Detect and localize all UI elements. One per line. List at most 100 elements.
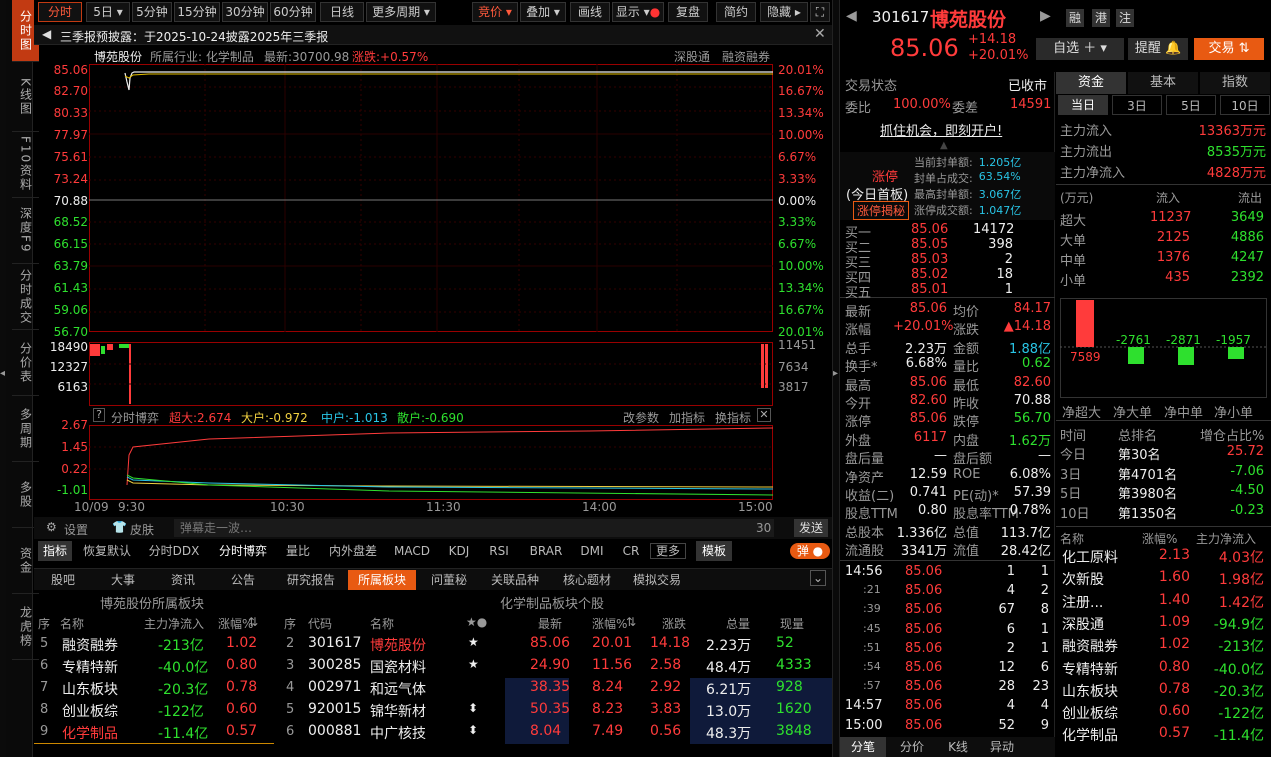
danmu-toggle[interactable]: 弹 ● xyxy=(790,543,830,559)
table-row[interactable]: 6 专精特新 -40.0亿 0.80 xyxy=(34,656,274,678)
auction-button[interactable]: 竞价 ▾ xyxy=(472,2,518,22)
table-row[interactable]: 4 002971 和远气体 38.35 8.24 2.92 6.21万 928 xyxy=(280,678,832,700)
indicator-cr[interactable]: CR xyxy=(616,541,646,561)
tab-ticks[interactable]: 分笔 xyxy=(840,737,886,757)
trade-button[interactable]: 交易 ⇅ xyxy=(1194,38,1264,60)
simple-button[interactable]: 简约 xyxy=(716,2,756,22)
indicator-volratio[interactable]: 量比 xyxy=(280,541,316,561)
limit-stat: 涨停成交额: 1.047亿 xyxy=(914,204,1022,217)
table-row[interactable]: 6 000881 中广核技 ⬍ 8.04 7.49 0.56 48.3万 384… xyxy=(280,722,832,744)
edit-params-link[interactable]: 改参数 xyxy=(623,409,659,426)
link-margin[interactable]: 融资融券 xyxy=(722,48,770,65)
period-3d[interactable]: 3日 xyxy=(1112,95,1162,115)
tab-daily[interactable]: 日线 xyxy=(320,2,364,22)
danmu-input[interactable] xyxy=(174,519,774,537)
period-5d[interactable]: 5日 xyxy=(1166,95,1216,115)
tab-fenshi[interactable]: 分时 xyxy=(38,2,82,22)
speaker-icon: ◀ xyxy=(42,27,52,41)
help-icon[interactable]: ? xyxy=(93,408,105,422)
close-icon[interactable]: ✕ xyxy=(757,408,771,422)
remind-button[interactable]: 提醒 🔔 xyxy=(1128,38,1188,60)
display-button[interactable]: 显示 ▾● xyxy=(612,2,664,22)
sidebar-item-f10[interactable]: F10资料 xyxy=(12,132,39,198)
next-stock-icon[interactable]: ▶ xyxy=(1040,8,1051,24)
fullscreen-icon[interactable]: ⛶ xyxy=(810,2,830,22)
sidebar-item-depth[interactable]: 深度F9 xyxy=(12,198,39,264)
indicator-reset[interactable]: 恢复默认 xyxy=(80,541,134,561)
tab-index[interactable]: 指数 xyxy=(1200,72,1270,94)
period-today[interactable]: 当日 xyxy=(1058,95,1108,115)
bottom-tabs: 股吧 大事 资讯 公告 研究报告 所属板块 问董秘 关联品种 核心题材 模拟交易… xyxy=(34,568,832,590)
tab-related[interactable]: 关联品种 xyxy=(484,570,546,590)
hide-button[interactable]: 隐藏 ▸ xyxy=(760,2,808,22)
tab-price-dist[interactable]: 分价 xyxy=(892,737,932,757)
period-10d[interactable]: 10日 xyxy=(1220,95,1270,115)
tab-fund[interactable]: 资金 xyxy=(1056,72,1126,94)
limit-reveal-button[interactable]: 涨停揭秘 xyxy=(853,201,910,220)
table-row[interactable]: 7 山东板块 -20.3亿 0.78 xyxy=(34,678,274,700)
table-row[interactable]: 5 920015 锦华新材 ⬍ 50.35 8.23 3.83 13.0万 16… xyxy=(280,700,832,722)
indicator-ddx[interactable]: 分时DDX xyxy=(142,541,206,561)
tab-guba[interactable]: 股吧 xyxy=(40,570,86,590)
sidebar-item-kline[interactable]: K线图 xyxy=(12,62,39,132)
add-indicator-link[interactable]: 加指标 xyxy=(669,409,705,426)
collapse-left-icon[interactable]: ◂ xyxy=(0,368,5,379)
indicator-game[interactable]: 分时博弈 xyxy=(214,541,272,561)
chart-header: 博苑股份 所属行业: 化学制品 最新:30700.98 涨跌:+0.57% 深股… xyxy=(94,48,771,65)
replay-button[interactable]: 复盘 xyxy=(668,2,708,22)
indicator-innerouter[interactable]: 内外盘差 xyxy=(324,541,382,561)
skin-button[interactable]: 皮肤 xyxy=(130,521,154,538)
draw-button[interactable]: 画线 xyxy=(570,2,610,22)
collapse-right-icon[interactable]: ▸ xyxy=(833,368,838,379)
badge-rong[interactable]: 融 xyxy=(1066,9,1084,27)
tab-ask[interactable]: 问董秘 xyxy=(424,570,474,590)
tab-basic[interactable]: 基本 xyxy=(1128,72,1198,94)
indicator-macd[interactable]: MACD xyxy=(390,541,434,561)
tab-5day[interactable]: 5日 ▾ xyxy=(86,2,130,22)
tab-news[interactable]: 资讯 xyxy=(160,570,206,590)
tab-sim[interactable]: 模拟交易 xyxy=(626,570,688,590)
indicator-kdj[interactable]: KDJ xyxy=(442,541,476,561)
tab-more-period[interactable]: 更多周期 ▾ xyxy=(366,2,436,22)
sidebar-item-multiperiod[interactable]: 多周期 xyxy=(12,396,39,462)
tab-15min[interactable]: 15分钟 xyxy=(174,2,220,22)
tab-theme[interactable]: 核心题材 xyxy=(556,570,618,590)
indicator-dmi[interactable]: DMI xyxy=(574,541,610,561)
change-indicator-link[interactable]: 换指标 xyxy=(715,409,751,426)
tab-announce[interactable]: 公告 xyxy=(220,570,266,590)
tab-sector[interactable]: 所属板块 xyxy=(348,570,416,590)
settings-button[interactable]: 设置 xyxy=(64,521,88,538)
tab-abnormal[interactable]: 异动 xyxy=(982,737,1022,757)
send-button[interactable]: 发送 xyxy=(794,519,828,537)
badge-gang[interactable]: 港 xyxy=(1092,9,1110,27)
tab-events[interactable]: 大事 xyxy=(100,570,146,590)
badge-zhu[interactable]: 注 xyxy=(1116,9,1134,27)
tab-30min[interactable]: 30分钟 xyxy=(222,2,268,22)
skin-icon[interactable]: 👕 xyxy=(112,520,127,534)
table-row[interactable]: 9 化学制品 -11.4亿 0.57 xyxy=(34,722,274,744)
settings-icon[interactable]: ⚙ xyxy=(46,520,57,534)
sidebar-item-trades[interactable]: 分时成交 xyxy=(12,264,39,330)
table-row[interactable]: 8 创业板综 -122亿 0.60 xyxy=(34,700,274,722)
prev-stock-icon[interactable]: ◀ xyxy=(846,8,857,24)
watch-button[interactable]: 自选 ＋ ▾ xyxy=(1036,38,1124,60)
indicator-brar[interactable]: BRAR xyxy=(524,541,568,561)
indicator-template[interactable]: 模板 xyxy=(696,541,732,561)
tab-research[interactable]: 研究报告 xyxy=(280,570,342,590)
indicator-more[interactable]: 更多 xyxy=(650,543,686,559)
table-row[interactable]: 2 301617 博苑股份 ★ 85.06 20.01 14.18 2.23万 … xyxy=(280,634,832,656)
promo-link[interactable]: 抓住机会，即刻开户! xyxy=(880,120,1002,139)
tab-60min[interactable]: 60分钟 xyxy=(270,2,316,22)
collapse-icon[interactable]: ⌄ xyxy=(810,570,826,586)
tab-kline-mini[interactable]: K线 xyxy=(938,737,978,757)
indicator-rsi[interactable]: RSI xyxy=(482,541,516,561)
overlay-button[interactable]: 叠加 ▾ xyxy=(520,2,566,22)
table-row[interactable]: 3 300285 国瓷材料 ★ 24.90 11.56 2.58 48.4万 4… xyxy=(280,656,832,678)
table-row[interactable]: 5 融资融券 -213亿 1.02 xyxy=(34,634,274,656)
link-sgt[interactable]: 深股通 xyxy=(674,48,710,65)
indicator-tab-zhibiao[interactable]: 指标 xyxy=(38,541,72,561)
close-icon[interactable]: ✕ xyxy=(814,26,826,42)
sidebar-item-pricetable[interactable]: 分价表 xyxy=(12,330,39,396)
tab-5min[interactable]: 5分钟 xyxy=(132,2,172,22)
limit-stat: 当前封单额: 1.205亿 xyxy=(914,156,1022,169)
